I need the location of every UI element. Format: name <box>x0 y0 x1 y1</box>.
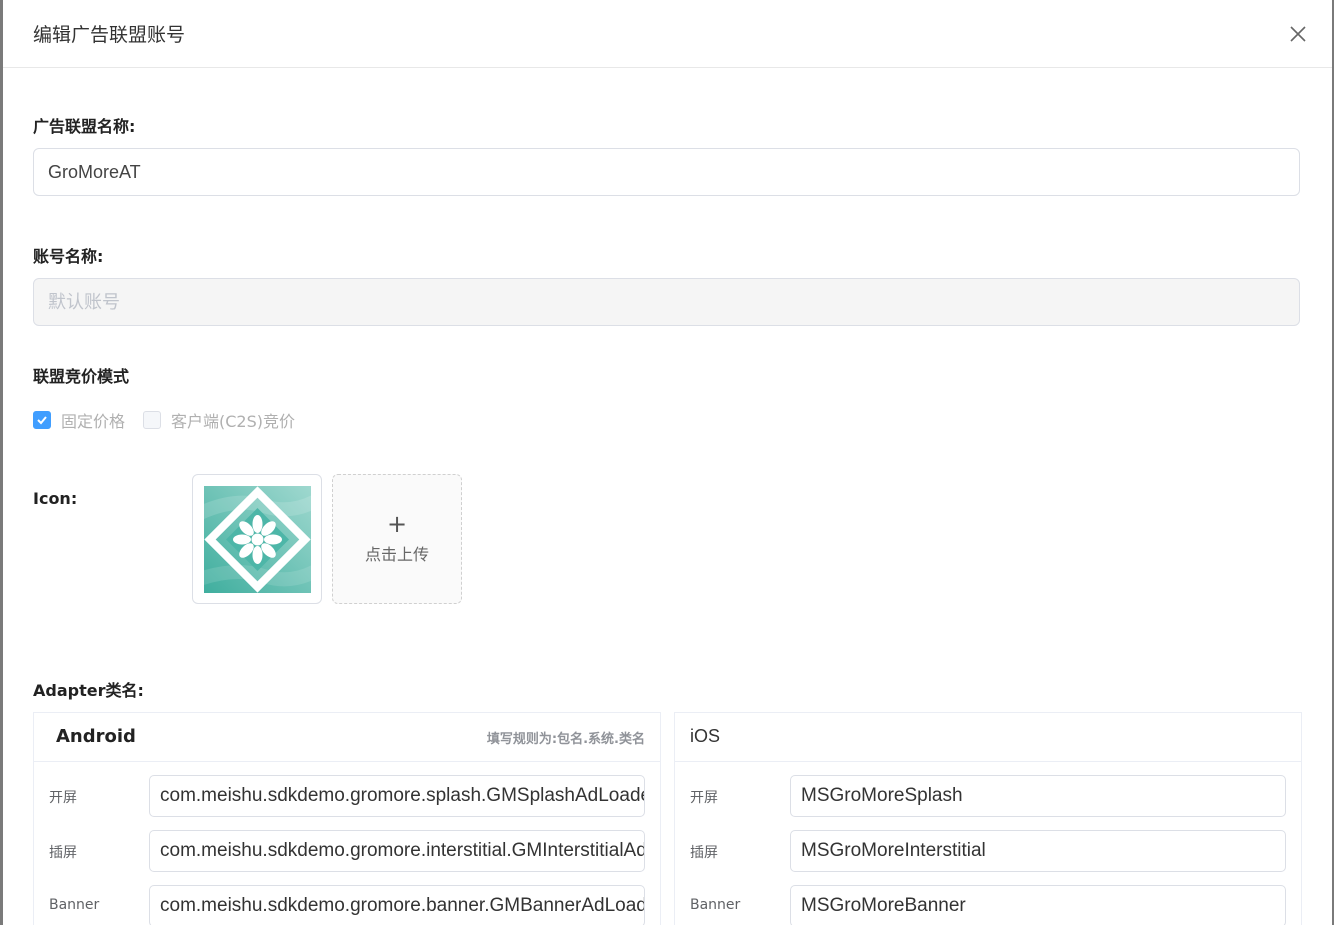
android-panel-header: Android 填写规则为:包名.系统.类名 <box>34 713 660 762</box>
bidding-mode-label: 联盟竞价模式 <box>33 367 130 386</box>
checkbox-unchecked[interactable] <box>143 411 162 429</box>
android-interstitial-input[interactable]: com.meishu.sdkdemo.gromore.interstitial.… <box>149 830 645 872</box>
checkbox-checked[interactable] <box>33 411 51 429</box>
ios-panel-header: iOS <box>675 713 1301 762</box>
dialog-header: 编辑广告联盟账号 <box>3 0 1332 68</box>
close-button[interactable] <box>1286 22 1310 46</box>
android-banner-input[interactable]: com.meishu.sdkdemo.gromore.banner.GMBann… <box>149 885 645 925</box>
check-icon <box>37 416 47 425</box>
ios-splash-input[interactable]: MSGroMoreSplash <box>790 775 1286 817</box>
row-label: 开屏 <box>690 790 718 806</box>
upload-button[interactable]: + 点击上传 <box>332 474 462 604</box>
icon-label: Icon: <box>33 489 78 508</box>
uploaded-icon-preview[interactable] <box>192 474 322 604</box>
dialog-title: 编辑广告联盟账号 <box>33 24 186 46</box>
row-label: 插屏 <box>690 845 718 861</box>
row-label: 插屏 <box>49 845 77 861</box>
bidding-mode-group: 固定价格 客户端(C2S)竞价 <box>33 408 313 432</box>
fixed-price-checkbox[interactable]: 固定价格 <box>33 408 125 432</box>
adapter-label: Adapter类名: <box>33 681 144 700</box>
fixed-price-label: 固定价格 <box>61 412 126 431</box>
ios-interstitial-input[interactable]: MSGroMoreInterstitial <box>790 830 1286 872</box>
edit-alliance-dialog: 编辑广告联盟账号 广告联盟名称: GroMoreAT 账号名称: 默认账号 联盟… <box>3 0 1332 925</box>
alliance-name-input[interactable]: GroMoreAT <box>33 148 1300 196</box>
ios-title: iOS <box>690 726 721 746</box>
c2s-bidding-checkbox[interactable]: 客户端(C2S)竞价 <box>143 408 295 432</box>
upload-label: 点击上传 <box>364 545 429 564</box>
row-label: Banner <box>49 897 100 913</box>
c2s-bidding-label: 客户端(C2S)竞价 <box>171 412 296 431</box>
account-name-label: 账号名称: <box>33 247 104 266</box>
row-label: Banner <box>690 897 741 913</box>
android-splash-input[interactable]: com.meishu.sdkdemo.gromore.splash.GMSpla… <box>149 775 645 817</box>
plus-icon: + <box>386 510 408 538</box>
ios-panel: iOS 开屏 MSGroMoreSplash 插屏 MSGroMoreInter… <box>674 712 1302 925</box>
ios-row-interstitial: 插屏 MSGroMoreInterstitial <box>675 830 1301 872</box>
android-title: Android <box>56 726 136 747</box>
android-rule-hint: 填写规则为:包名.系统.类名 <box>486 732 645 747</box>
ios-row-splash: 开屏 MSGroMoreSplash <box>675 775 1301 817</box>
alliance-name-label: 广告联盟名称: <box>33 117 136 136</box>
gromore-logo-icon <box>203 485 311 593</box>
row-label: 开屏 <box>49 790 77 806</box>
android-row-splash: 开屏 com.meishu.sdkdemo.gromore.splash.GMS… <box>34 775 660 817</box>
ios-banner-input[interactable]: MSGroMoreBanner <box>790 885 1286 925</box>
account-name-input[interactable]: 默认账号 <box>33 278 1300 326</box>
android-row-interstitial: 插屏 com.meishu.sdkdemo.gromore.interstiti… <box>34 830 660 872</box>
close-icon <box>1290 26 1306 42</box>
ios-row-banner: Banner MSGroMoreBanner <box>675 885 1301 925</box>
android-row-banner: Banner com.meishu.sdkdemo.gromore.banner… <box>34 885 660 925</box>
android-panel: Android 填写规则为:包名.系统.类名 开屏 com.meishu.sdk… <box>33 712 661 925</box>
